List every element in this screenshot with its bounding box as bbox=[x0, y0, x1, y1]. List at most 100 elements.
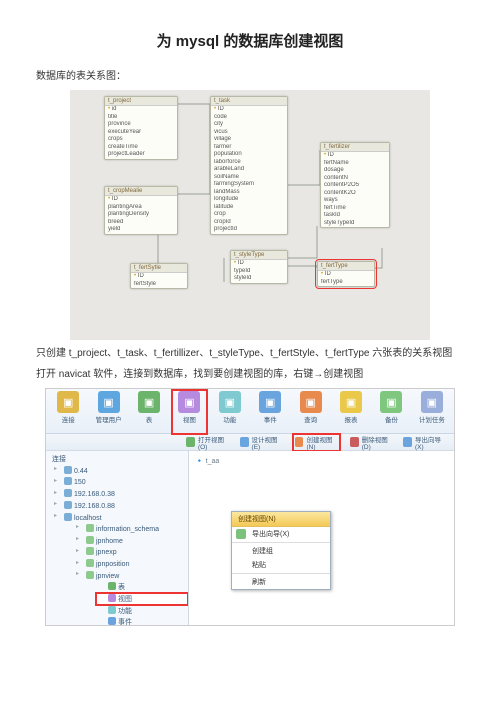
toolbar-icon: ▣ bbox=[380, 391, 402, 413]
table-header: t_fertType bbox=[318, 262, 374, 271]
context-menu-item[interactable]: 刷新 bbox=[232, 573, 330, 589]
tree-object-视图[interactable]: 视图 bbox=[96, 593, 188, 605]
tree-icon bbox=[86, 524, 94, 532]
subtoolbar-button[interactable]: 删除视图(D) bbox=[350, 434, 393, 451]
toolbar-button-事件[interactable]: ▣事件 bbox=[254, 391, 286, 433]
table-header: t_fertSytle bbox=[131, 264, 187, 273]
tree-object-表[interactable]: 表 bbox=[96, 582, 188, 594]
table-header: t_styleType bbox=[231, 251, 287, 260]
table-t-styletype: t_styleType ID typeId styleId bbox=[230, 250, 288, 284]
tree-object-功能[interactable]: 功能 bbox=[96, 605, 188, 617]
subtoolbar-button[interactable]: 导出向导(X) bbox=[403, 434, 446, 451]
tree-label: 192.168.0.88 bbox=[74, 503, 115, 510]
tree-icon bbox=[64, 489, 72, 497]
toolbar-label: 报表 bbox=[345, 414, 358, 424]
tree-icon bbox=[108, 582, 116, 590]
toolbar-label: 视图 bbox=[183, 414, 196, 424]
subtoolbar-icon bbox=[295, 437, 304, 447]
tree-database[interactable]: jpnposition bbox=[74, 559, 188, 571]
tree-database[interactable]: jpnexp bbox=[74, 547, 188, 559]
tree-icon bbox=[86, 536, 94, 544]
subtoolbar-label: 打开视图(O) bbox=[198, 434, 230, 451]
subtoolbar-label: 导出向导(X) bbox=[415, 434, 446, 451]
toolbar-icon: ▣ bbox=[178, 391, 200, 413]
table-t-cropmealie: t_cropMealie ID plantingArea plantingDen… bbox=[104, 186, 178, 235]
connection-tree[interactable]: 连接 0.44150192.168.0.38192.168.0.88localh… bbox=[46, 451, 189, 626]
subtoolbar-button[interactable]: 打开视图(O) bbox=[186, 434, 230, 451]
context-menu-item[interactable]: 创建组 bbox=[232, 542, 330, 558]
sub-toolbar: 打开视图(O) 设计视图(E) 创建视图(N) 删除视图(D) 导出向导(X) bbox=[46, 434, 454, 451]
tree-label: jpnexp bbox=[96, 549, 117, 556]
paragraph-1: 数据库的表关系图： bbox=[36, 69, 464, 84]
paragraph-2: 只创建 t_project、t_task、t_fertillizer、t_sty… bbox=[36, 346, 464, 361]
subtoolbar-icon bbox=[350, 437, 359, 447]
tree-connection[interactable]: 0.44 bbox=[52, 465, 188, 477]
subtoolbar-icon bbox=[186, 437, 195, 447]
table-header: t_fertilizer bbox=[321, 143, 389, 152]
table-header: t_cropMealie bbox=[105, 187, 177, 196]
table-t-task: t_task ID code city vicus village farmer… bbox=[210, 96, 288, 235]
context-menu-header[interactable]: 创建视图(N) bbox=[232, 512, 330, 527]
tree-icon bbox=[64, 513, 72, 521]
tree-database-open[interactable]: jpnview表视图功能事件查询报表备份 bbox=[74, 570, 188, 626]
toolbar-icon: ▣ bbox=[138, 391, 160, 413]
tree-object-事件[interactable]: 事件 bbox=[96, 617, 188, 626]
tree-icon bbox=[64, 466, 72, 474]
toolbar-icon: ▣ bbox=[421, 391, 443, 413]
subtoolbar-icon bbox=[403, 437, 412, 447]
subtoolbar-label: 删除视图(D) bbox=[362, 434, 393, 451]
toolbar-button-功能[interactable]: ▣功能 bbox=[214, 391, 246, 433]
toolbar-button-报表[interactable]: ▣报表 bbox=[335, 391, 367, 433]
tree-connection[interactable]: 192.168.0.38 bbox=[52, 489, 188, 501]
toolbar-label: 查询 bbox=[304, 414, 317, 424]
tree-icon bbox=[86, 547, 94, 555]
tree-label: jpnview bbox=[96, 573, 119, 580]
tree-icon bbox=[108, 594, 116, 602]
toolbar-label: 连接 bbox=[62, 414, 75, 424]
context-menu-item[interactable]: 导出向导(X) bbox=[232, 527, 330, 541]
toolbar-icon: ▣ bbox=[259, 391, 281, 413]
tree-connection-open[interactable]: localhostinformation_schemajpnhomejpnexp… bbox=[52, 512, 188, 626]
toolbar-button-视图[interactable]: ▣视图 bbox=[173, 391, 205, 433]
tree-icon bbox=[86, 559, 94, 567]
paragraph-3: 打开 navicat 软件，连接到数据库，找到要创建视图的库，右键→创建视图 bbox=[36, 367, 464, 382]
tree-icon bbox=[64, 501, 72, 509]
toolbar-button-管理用户[interactable]: ▣管理用户 bbox=[92, 391, 124, 433]
toolbar-label: 功能 bbox=[223, 414, 236, 424]
subtoolbar-button[interactable]: 设计视图(E) bbox=[240, 434, 283, 451]
er-diagram: t_project id title province executeYear … bbox=[70, 90, 430, 340]
context-menu-item[interactable]: 粘贴 bbox=[232, 558, 330, 572]
tree-header: 连接 bbox=[50, 453, 188, 465]
toolbar-button-计划任务[interactable]: ▣计划任务 bbox=[416, 391, 448, 433]
toolbar-icon: ▣ bbox=[300, 391, 322, 413]
context-menu[interactable]: 创建视图(N) 导出向导(X) 创建组 粘贴 刷新 bbox=[231, 511, 331, 590]
table-t-fertilizer: t_fertilizer ID fertName dosage contentN… bbox=[320, 142, 390, 228]
table-t-ferttype: t_fertType ID fertType bbox=[317, 261, 375, 287]
toolbar-button-备份[interactable]: ▣备份 bbox=[375, 391, 407, 433]
tree-label: 功能 bbox=[118, 608, 132, 615]
toolbar-label: 事件 bbox=[264, 414, 277, 424]
tree-label: 事件 bbox=[118, 619, 132, 626]
tree-label: 192.168.0.38 bbox=[74, 491, 115, 498]
tree-connection[interactable]: 150 bbox=[52, 477, 188, 489]
toolbar-button-表[interactable]: ▣表 bbox=[133, 391, 165, 433]
subtoolbar-button[interactable]: 创建视图(N) bbox=[293, 434, 340, 451]
toolbar-label: 管理用户 bbox=[96, 414, 122, 424]
tree-database[interactable]: jpnhome bbox=[74, 535, 188, 547]
tree-database[interactable]: information_schema bbox=[74, 523, 188, 535]
page-title: 为 mysql 的数据库创建视图 bbox=[36, 30, 464, 51]
toolbar-button-连接[interactable]: ▣连接 bbox=[52, 391, 84, 433]
toolbar-button-查询[interactable]: ▣查询 bbox=[294, 391, 326, 433]
tree-icon bbox=[108, 606, 116, 614]
subtoolbar-label: 创建视图(N) bbox=[306, 434, 337, 451]
tree-label: 0.44 bbox=[74, 468, 88, 475]
tree-connection[interactable]: 192.168.0.88 bbox=[52, 500, 188, 512]
tree-label: jpnhome bbox=[96, 538, 123, 545]
toolbar-icon: ▣ bbox=[98, 391, 120, 413]
tree-label: jpnposition bbox=[96, 561, 129, 568]
tree-icon bbox=[64, 477, 72, 485]
toolbar-icon: ▣ bbox=[219, 391, 241, 413]
tree-icon bbox=[86, 571, 94, 579]
tree-label: 150 bbox=[74, 479, 86, 486]
toolbar-label: 计划任务 bbox=[419, 414, 445, 424]
